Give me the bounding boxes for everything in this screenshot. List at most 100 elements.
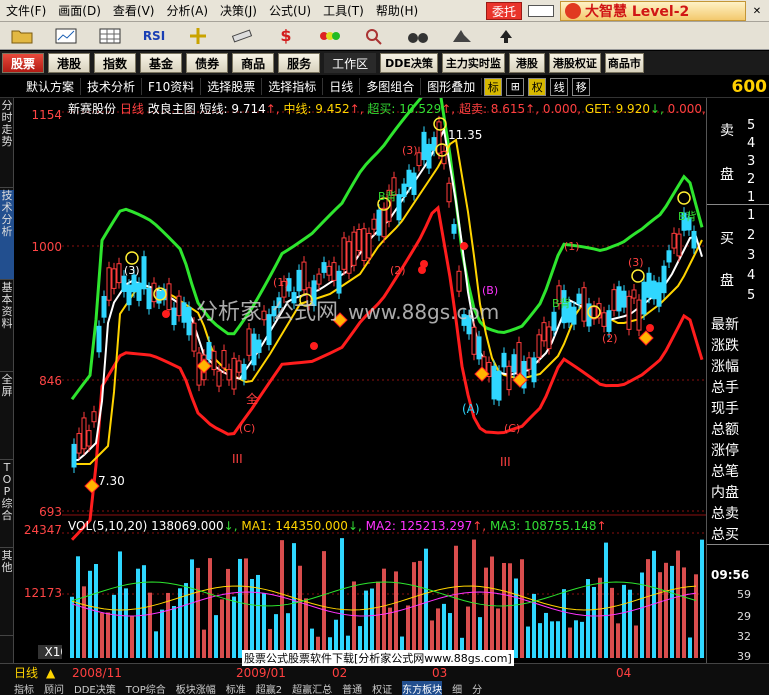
candle-body: [181, 302, 187, 323]
download-banner[interactable]: 股票公式股票软件下载[分析家公式网www.88gs.com]: [242, 650, 514, 666]
multi-chart-button[interactable]: 多图组合: [360, 78, 422, 95]
tab-index[interactable]: 指数: [94, 53, 137, 73]
menu-file[interactable]: 文件(F): [0, 2, 52, 19]
label-wave-iii-1: III: [232, 452, 243, 466]
volume-bar: [214, 615, 218, 658]
select-indicator-button[interactable]: 选择指标: [262, 78, 324, 95]
tab-bond[interactable]: 债券: [186, 53, 229, 73]
tab-top[interactable]: TOP综合: [0, 462, 14, 548]
menu-analysis[interactable]: 分析(A): [160, 2, 214, 19]
volume-bar: [370, 588, 374, 658]
tab-fundamentals[interactable]: 基本资料: [0, 282, 14, 372]
default-scheme-button[interactable]: 默认方案: [0, 78, 82, 95]
bottom-tab-indicator[interactable]: 指标: [14, 681, 34, 695]
brand-logo-icon: [565, 3, 581, 19]
tab-dde[interactable]: DDE决策: [380, 53, 438, 73]
tab-stock[interactable]: 股票: [2, 53, 45, 73]
period-arrow-icon[interactable]: ▲: [46, 666, 55, 680]
bottom-tab-advisor[interactable]: 顾问: [44, 681, 64, 695]
volume-bar: [190, 559, 194, 658]
rsi-icon[interactable]: RSI: [134, 24, 174, 48]
dollar-icon[interactable]: $: [266, 24, 306, 48]
bottom-tab-normal[interactable]: 普通: [342, 681, 362, 695]
candle-body: [126, 284, 132, 306]
bottom-tab-warrant[interactable]: 权证: [372, 681, 392, 695]
candle-body: [646, 272, 652, 298]
date-label-3: 02: [332, 666, 348, 680]
label-wave-1a: (1): [273, 276, 289, 289]
overlay-button[interactable]: 图形叠加: [421, 78, 483, 95]
tab-fund[interactable]: 基金: [140, 53, 183, 73]
candle-body: [496, 370, 502, 401]
item-total-sell: 总卖: [711, 506, 739, 522]
menu-tools[interactable]: 工具(T): [317, 2, 370, 19]
vol-ma3-arrow: ↑: [596, 519, 607, 533]
tab-commodity[interactable]: 商品: [232, 53, 275, 73]
chart-canvas[interactable]: [62, 76, 706, 663]
ruler-icon[interactable]: [222, 24, 262, 48]
period-daily-button[interactable]: 日线: [323, 78, 361, 95]
menu-decision[interactable]: 决策(J): [214, 2, 263, 19]
bottom-tab-east-sector[interactable]: 东方板块: [402, 681, 443, 695]
volume-bar: [178, 588, 182, 658]
move-button[interactable]: 移: [572, 77, 591, 96]
tab-timeshare[interactable]: 分时走势: [0, 100, 14, 188]
volume-bar: [520, 559, 524, 658]
bottom-tab-detail[interactable]: 细: [452, 681, 462, 695]
tab-workspace[interactable]: 工作区: [324, 53, 377, 73]
bottom-tab-sector[interactable]: 板块涨幅: [176, 681, 216, 695]
bottom-tab-standard[interactable]: 标准: [226, 681, 246, 695]
volume-bar: [514, 578, 518, 658]
line-button[interactable]: 线: [550, 77, 569, 96]
tab-main-force[interactable]: 主力实时监: [441, 53, 505, 73]
chart-icon[interactable]: [46, 24, 86, 48]
candle-body: [371, 218, 377, 230]
bottom-tab-top[interactable]: TOP综合: [126, 681, 166, 695]
tab-commodity-market[interactable]: 商品市: [604, 53, 644, 73]
candle-body: [331, 262, 337, 281]
menu-formula[interactable]: 公式(U): [263, 2, 317, 19]
period-label: 日线: [119, 102, 144, 116]
trade-button[interactable]: 委托: [486, 2, 522, 20]
tab-fullscreen[interactable]: 全屏: [0, 374, 14, 460]
rights-button[interactable]: 权: [528, 77, 547, 96]
up-arrow-icon[interactable]: [486, 24, 526, 48]
select-stock-button[interactable]: 选择股票: [201, 78, 263, 95]
volume-bar: [670, 565, 674, 658]
volume-bar: [172, 606, 176, 658]
grid-icon[interactable]: [90, 24, 130, 48]
bottom-tab-minute[interactable]: 分: [472, 681, 482, 695]
mark-button[interactable]: 标: [484, 77, 503, 96]
traffic-icon[interactable]: [310, 24, 350, 48]
bottom-tab-super2[interactable]: 超赢2: [256, 681, 282, 695]
pointer-icon[interactable]: [442, 24, 482, 48]
close-icon[interactable]: ✕: [750, 4, 764, 18]
tab-other[interactable]: 其他: [0, 550, 14, 636]
toolbar: RSI $: [0, 22, 769, 50]
bottom-tab-dde[interactable]: DDE决策: [74, 681, 116, 695]
candle-body: [601, 312, 607, 327]
tab-service[interactable]: 服务: [278, 53, 321, 73]
volume-bar: [196, 567, 200, 658]
cross-button[interactable]: ⊞: [506, 77, 525, 96]
tab-hk-warrant[interactable]: 港股权证: [548, 53, 601, 73]
f10-button[interactable]: F10资料: [142, 78, 202, 95]
folder-icon[interactable]: [2, 24, 42, 48]
kline-chart[interactable]: 新赛股份 日线 改良主图 短线: 9.714↑, 中线: 9.452↑, 超买:…: [62, 76, 721, 663]
volume-bar: [394, 571, 398, 658]
tech-analysis-button[interactable]: 技术分析: [81, 78, 143, 95]
overbought-arrow: ↑,: [441, 102, 456, 116]
label-divergence-2: B背: [678, 210, 697, 223]
tab-hk-stock[interactable]: 港股: [48, 53, 91, 73]
volume-bar: [592, 586, 596, 658]
binoculars-icon[interactable]: [398, 24, 438, 48]
volume-bar: [364, 590, 368, 658]
crosshair-icon[interactable]: [178, 24, 218, 48]
bottom-tab-super-sum[interactable]: 超赢汇总: [292, 681, 332, 695]
search-icon[interactable]: [354, 24, 394, 48]
menu-display[interactable]: 画面(D): [52, 2, 107, 19]
menu-view[interactable]: 查看(V): [107, 2, 161, 19]
menu-help[interactable]: 帮助(H): [370, 2, 424, 19]
tab-hk[interactable]: 港股: [508, 53, 545, 73]
tab-technical[interactable]: 技术分析: [0, 190, 14, 280]
